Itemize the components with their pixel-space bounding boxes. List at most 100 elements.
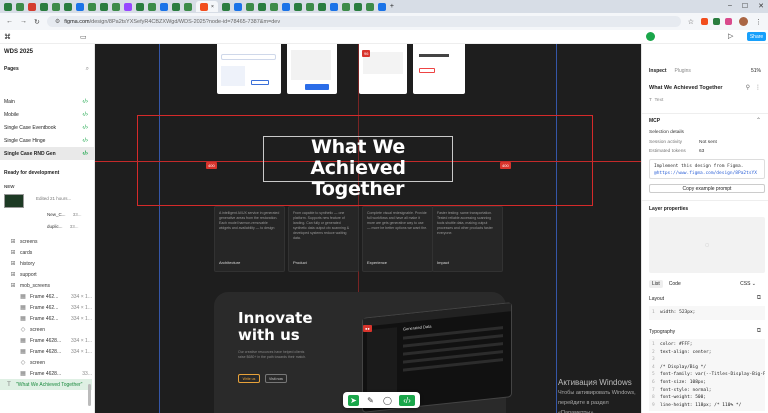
layer-item[interactable]: ◇ screen: [10, 357, 92, 368]
copy-typography-icon[interactable]: ⧉: [757, 328, 761, 335]
browser-tab-favicon[interactable]: [52, 2, 60, 11]
layer-item[interactable]: ▦ Frame 4628... 33...: [10, 368, 92, 379]
dev-mode-toggle-icon[interactable]: ‹/›: [399, 394, 415, 406]
browser-tab-favicon[interactable]: [40, 2, 48, 11]
browser-tab-favicon[interactable]: [100, 2, 108, 11]
browser-tab-favicon[interactable]: [353, 2, 362, 11]
extension-icon[interactable]: [713, 18, 720, 25]
hero-title-text-layer[interactable]: What We Achieved Together: [263, 136, 453, 200]
design-canvas[interactable]: 96 400 400 What We Achieved Together A i…: [95, 44, 641, 413]
browser-tab-favicon[interactable]: [76, 2, 84, 11]
back-icon[interactable]: ←: [6, 18, 13, 25]
maximize-icon[interactable]: ☐: [742, 2, 748, 10]
browser-tab-favicon[interactable]: [221, 2, 230, 11]
browser-tab-favicon[interactable]: [377, 2, 386, 11]
page-item[interactable]: Single Case Hinge ‹/›: [0, 134, 94, 147]
browser-tab-favicon[interactable]: [4, 2, 12, 11]
browser-tab-favicon[interactable]: [124, 2, 132, 11]
comment-tool-icon[interactable]: ◯: [382, 395, 393, 406]
link-icon[interactable]: ⚲: [746, 84, 750, 91]
layer-item[interactable]: ⊞ screens: [10, 236, 92, 247]
browser-tab-favicon[interactable]: [293, 2, 302, 11]
browser-menu-icon[interactable]: ⋮: [755, 18, 762, 26]
profile-avatar[interactable]: [739, 17, 748, 26]
new-tab-icon[interactable]: +: [390, 3, 394, 10]
layer-item[interactable]: ▦ Frame 4628... 334 × 1...: [10, 335, 92, 346]
browser-tab-favicon[interactable]: [305, 2, 314, 11]
write-us-button[interactable]: Write us: [238, 374, 260, 383]
tab-code[interactable]: Code: [669, 280, 681, 288]
move-tool-icon[interactable]: ➤: [348, 394, 359, 406]
search-icon[interactable]: ⌕: [86, 66, 89, 73]
close-window-icon[interactable]: ✕: [758, 2, 764, 10]
layer-item[interactable]: ⊞ cards: [10, 247, 92, 258]
browser-tab-favicon[interactable]: [160, 2, 168, 11]
layer-item[interactable]: ▦ Frame 462... 334 × 1...: [10, 313, 92, 324]
visit-now-button[interactable]: Visit now: [265, 374, 287, 383]
tab-list[interactable]: List: [649, 280, 663, 288]
prompt-preview[interactable]: Implement this design from Figma. @https…: [649, 159, 765, 179]
file-name[interactable]: WDS 2025: [4, 49, 33, 55]
thumb-item-duplicate[interactable]: duplic... 33...: [47, 224, 79, 229]
figma-menu-icon[interactable]: ⌘: [4, 33, 11, 41]
active-browser-tab[interactable]: ×: [196, 1, 218, 12]
layer-item[interactable]: ▦ Frame 4628... 334 × 1...: [10, 346, 92, 357]
page-item[interactable]: Single Case RND Gen ‹/›: [0, 147, 94, 160]
browser-tab-favicon[interactable]: [233, 2, 242, 11]
code-language-select[interactable]: CSS ⌄: [740, 281, 756, 287]
tab-inspect[interactable]: Inspect: [649, 68, 667, 74]
layer-item[interactable]: ⊞ history: [10, 258, 92, 269]
more-options-icon[interactable]: ⋮: [755, 84, 761, 91]
browser-tab-favicon[interactable]: [281, 2, 290, 11]
copy-layout-icon[interactable]: ⧉: [757, 295, 761, 302]
layer-item[interactable]: ⊞ support: [10, 269, 92, 280]
browser-tab-favicon[interactable]: [341, 2, 350, 11]
browser-tab-favicon[interactable]: [365, 2, 374, 11]
layer-item[interactable]: ◇ screen: [10, 324, 92, 335]
url-field[interactable]: ⚙ figma.com/design/8Pa2tsYXSefyR4CBZXWgd…: [46, 16, 681, 27]
browser-tab-favicon[interactable]: [184, 2, 192, 11]
zoom-level[interactable]: 51%: [751, 68, 761, 74]
tab-plugins[interactable]: Plugins: [675, 68, 691, 74]
layer-item[interactable]: ▦ Frame 462... 334 × 1...: [10, 302, 92, 313]
extension-icon[interactable]: [701, 18, 708, 25]
browser-tab-favicon[interactable]: [329, 2, 338, 11]
collapse-icon[interactable]: ⌃: [756, 117, 761, 124]
browser-tab-favicon[interactable]: [269, 2, 278, 11]
layer-item[interactable]: ⊞ mob_screens: [10, 280, 92, 291]
page-item[interactable]: Single Case Eventbook ‹/›: [0, 121, 94, 134]
browser-tab-favicon[interactable]: [112, 2, 120, 11]
browser-tab-favicon[interactable]: [16, 2, 24, 11]
site-info-icon[interactable]: ⚙: [55, 18, 60, 25]
browser-tab-favicon[interactable]: [317, 2, 326, 11]
browser-tab-favicon[interactable]: [245, 2, 254, 11]
layer-item[interactable]: ▦ Frame 462... 334 × 1...: [10, 291, 92, 302]
play-icon[interactable]: ▷: [728, 32, 733, 40]
forward-icon[interactable]: →: [20, 18, 27, 25]
tab-close-icon[interactable]: ×: [211, 4, 214, 10]
layer-item[interactable]: T "What We Achieved Together": [0, 379, 92, 390]
browser-tab-favicon[interactable]: [88, 2, 96, 11]
user-avatar[interactable]: [646, 32, 655, 41]
browser-tab-favicon[interactable]: [257, 2, 266, 11]
minimize-icon[interactable]: –: [728, 2, 732, 10]
share-button[interactable]: Share: [747, 32, 766, 41]
pen-tool-icon[interactable]: ✎: [365, 395, 376, 406]
frame-thumbnail[interactable]: [4, 194, 24, 208]
typography-code-block[interactable]: 1 color: #FFF; 2 text-align: center; 3 4 /* Di…: [649, 339, 765, 411]
layers-scrollbar[interactable]: [88, 384, 91, 406]
thumb-item-new[interactable]: New_C... 33...: [47, 212, 82, 217]
browser-tab-favicon[interactable]: [148, 2, 156, 11]
reload-icon[interactable]: ↻: [34, 18, 40, 26]
browser-tab-favicon[interactable]: [64, 2, 72, 11]
bookmark-star-icon[interactable]: ☆: [688, 18, 694, 26]
layout-code-block[interactable]: 1 width: 523px;: [649, 306, 765, 320]
extension-icon[interactable]: [725, 18, 732, 25]
panel-toggle-icon[interactable]: ▭: [80, 33, 87, 41]
page-item[interactable]: Mobile ‹/›: [0, 108, 94, 121]
browser-tab-favicon[interactable]: [172, 2, 180, 11]
browser-tab-favicon[interactable]: [136, 2, 144, 11]
page-item[interactable]: Main ‹/›: [0, 95, 94, 108]
copy-prompt-button[interactable]: Copy example prompt: [649, 184, 765, 193]
browser-tab-favicon[interactable]: [28, 2, 36, 11]
